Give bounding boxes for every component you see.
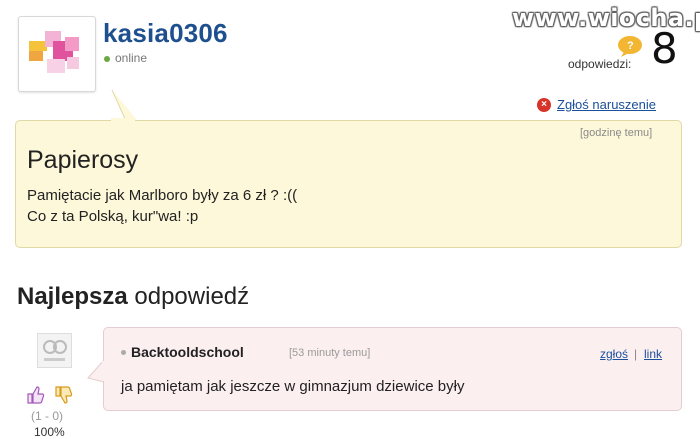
online-status-text: online (115, 51, 148, 65)
answer-time: [53 minuty temu] (289, 347, 371, 359)
question-box (15, 120, 682, 248)
answer-permalink[interactable]: link (644, 347, 662, 361)
avatar-image (29, 27, 83, 79)
answer-avatar[interactable] (37, 333, 72, 368)
answer-user-bullet (121, 350, 126, 355)
replies-label: odpowiedzi: (568, 57, 632, 71)
question-text-line-1: Pamiętacie jak Marlboro były za 6 zł ? :… (27, 187, 298, 204)
user-avatar[interactable] (18, 16, 96, 92)
best-answer-heading: Najlepsza odpowiedź (17, 283, 249, 311)
answer-box (103, 327, 682, 411)
online-status-dot (104, 56, 110, 62)
question-title: Papierosy (27, 146, 139, 174)
thumbs-down-icon[interactable] (53, 385, 73, 405)
username[interactable]: kasia0306 (103, 18, 228, 49)
vote-count: (1 - 0) (31, 409, 64, 423)
best-answer-heading-rest: odpowiedź (127, 283, 250, 310)
replies-count: 8 (651, 24, 678, 73)
reply-bubble-icon: ? (618, 36, 642, 57)
default-avatar-icon (43, 340, 67, 361)
question-time: [godzinę temu] (580, 127, 653, 139)
thumbs-up-icon[interactable] (25, 385, 45, 405)
answer-text: ja pamiętam jak jeszcze w gimnazjum dzie… (121, 378, 465, 395)
tail-joint (111, 118, 135, 123)
question-text-line-2: Co z ta Polską, kur"wa! :p (27, 208, 199, 225)
svg-text:?: ? (627, 40, 634, 52)
answer-report-link[interactable]: zgłoś (600, 347, 628, 361)
report-icon: × (537, 98, 551, 112)
report-link[interactable]: Zgłoś naruszenie (557, 97, 656, 112)
link-separator: | (634, 347, 638, 361)
best-answer-heading-bold: Najlepsza (17, 283, 128, 310)
answer-username[interactable]: Backtooldschool (131, 344, 244, 360)
answer-tail-joint (102, 361, 107, 381)
